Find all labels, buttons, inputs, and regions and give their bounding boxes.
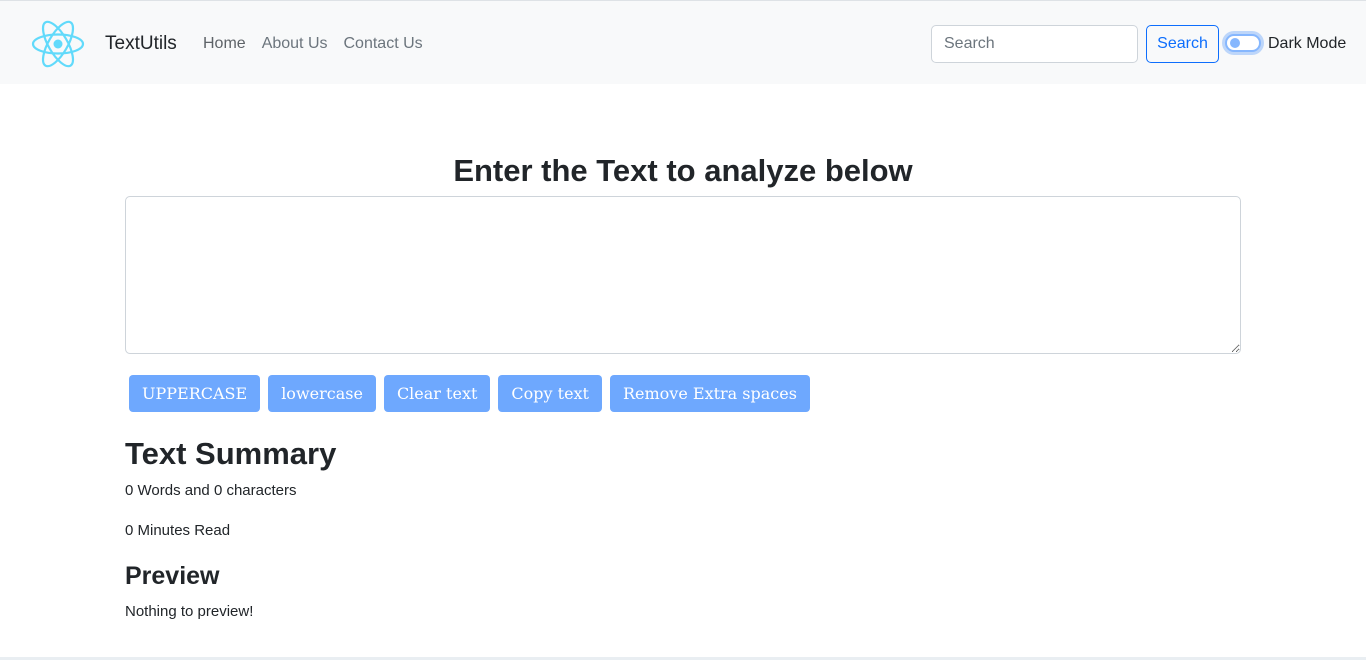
preview-title: Preview [125, 562, 220, 590]
action-button-row: UPPERCASE lowercase Clear text Copy text… [129, 375, 810, 412]
search-input[interactable] [931, 25, 1138, 63]
text-input-area[interactable] [125, 196, 1241, 354]
nav-link-contact[interactable]: Contact Us [344, 34, 423, 54]
uppercase-button[interactable]: UPPERCASE [129, 375, 261, 412]
word-char-count: 0 Words and 0 characters [125, 482, 297, 499]
search-button[interactable]: Search [1146, 25, 1219, 63]
copy-text-button[interactable]: Copy text [498, 375, 602, 412]
nav-links: Home About Us Contact Us [203, 34, 423, 54]
brand-name[interactable]: TextUtils [105, 32, 177, 56]
page-heading: Enter the Text to analyze below [453, 153, 913, 188]
preview-text: Nothing to preview! [125, 603, 254, 620]
toggle-knob [1230, 38, 1240, 48]
clear-text-button[interactable]: Clear text [383, 375, 491, 412]
summary-title: Text Summary [125, 436, 337, 471]
nav-link-about[interactable]: About Us [262, 34, 328, 54]
dark-mode-label: Dark Mode [1268, 35, 1347, 52]
react-atom-icon[interactable] [30, 16, 86, 72]
navbar: TextUtils Home About Us Contact Us Searc… [0, 0, 1366, 84]
lowercase-button[interactable]: lowercase [268, 375, 376, 412]
nav-link-home[interactable]: Home [203, 34, 246, 54]
read-time: 0 Minutes Read [125, 522, 231, 539]
dark-mode-toggle[interactable] [1225, 34, 1261, 52]
remove-extra-spaces-button[interactable]: Remove Extra spaces [609, 375, 810, 412]
